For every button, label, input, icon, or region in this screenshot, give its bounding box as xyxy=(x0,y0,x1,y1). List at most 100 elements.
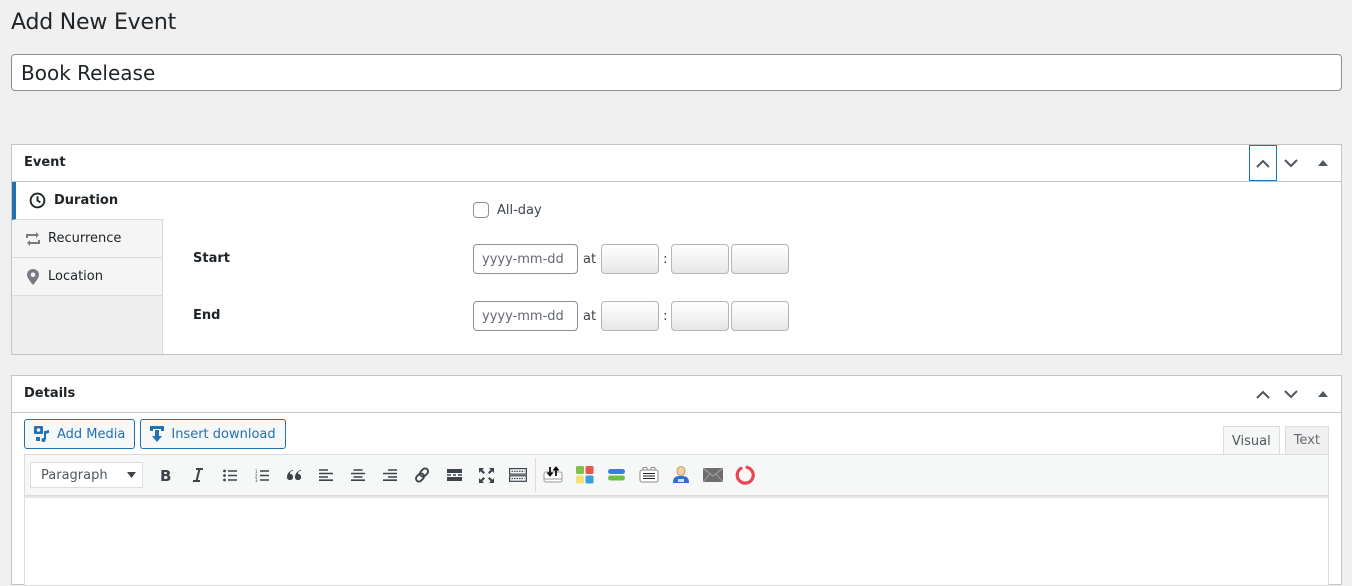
envelope-icon xyxy=(703,468,723,482)
event-tabs-nav: Duration Recurrence Location xyxy=(12,182,164,354)
read-more-button[interactable] xyxy=(438,460,470,490)
align-right-icon xyxy=(383,469,397,481)
toolbar-toggle-button[interactable] xyxy=(502,460,534,490)
editor-toolbar: Paragraph B 123 xyxy=(25,455,1328,496)
start-label: Start xyxy=(193,251,230,266)
start-at-label: at xyxy=(583,251,597,267)
media-icon xyxy=(34,426,49,442)
details-metabox: Details Add Media Insert download Visual… xyxy=(11,375,1342,586)
ring-button[interactable] xyxy=(729,460,761,490)
align-left-icon xyxy=(319,469,333,481)
text-block-button[interactable] xyxy=(633,460,665,490)
format-select-value: Paragraph xyxy=(41,467,108,483)
details-metabox-title: Details xyxy=(24,386,76,401)
link-button[interactable] xyxy=(406,460,438,490)
editor: Paragraph B 123 xyxy=(24,454,1329,586)
end-datetime: at : xyxy=(473,301,790,331)
add-media-label: Add Media xyxy=(57,426,126,442)
details-toggle-panel-button[interactable] xyxy=(1305,376,1341,412)
start-date-input[interactable] xyxy=(473,244,578,274)
user-button[interactable] xyxy=(665,460,697,490)
grid-blocks-icon xyxy=(576,466,594,484)
tab-location[interactable]: Location xyxy=(12,258,162,296)
toolbar-toggle-icon xyxy=(509,468,527,482)
end-label: End xyxy=(193,308,221,323)
blockquote-icon xyxy=(286,470,301,480)
grid-blocks-button[interactable] xyxy=(569,460,601,490)
repeat-icon xyxy=(24,230,42,248)
caret-up-icon xyxy=(1318,391,1328,397)
bulleted-list-icon xyxy=(223,469,237,481)
tab-recurrence[interactable]: Recurrence xyxy=(12,220,162,258)
end-time-separator: : xyxy=(663,308,668,324)
tab-recurrence-label: Recurrence xyxy=(48,231,122,246)
map-pin-icon xyxy=(24,268,42,286)
bold-icon: B xyxy=(160,468,171,482)
start-hour-select[interactable] xyxy=(601,244,660,274)
allday-label: All-day xyxy=(497,202,542,218)
start-datetime: at : xyxy=(473,244,790,274)
format-select[interactable]: Paragraph xyxy=(30,462,143,488)
media-buttons: Add Media Insert download xyxy=(24,419,286,449)
move-down-button[interactable] xyxy=(1277,145,1305,181)
tab-visual[interactable]: Visual xyxy=(1222,426,1280,455)
add-media-button[interactable]: Add Media xyxy=(24,419,136,449)
allday-option[interactable]: All-day xyxy=(473,202,542,218)
toolbar-separator xyxy=(535,458,536,492)
tab-text[interactable]: Text xyxy=(1284,426,1329,454)
event-metabox-title: Event xyxy=(24,155,66,170)
start-minute-select[interactable] xyxy=(671,244,730,274)
details-move-down-button[interactable] xyxy=(1277,376,1305,412)
bulleted-list-button[interactable] xyxy=(214,460,246,490)
event-metabox: Event Duration Recurrence Location All-d… xyxy=(11,144,1342,355)
sort-button[interactable] xyxy=(537,460,569,490)
stacked-bars-icon xyxy=(608,469,625,481)
tab-duration[interactable]: Duration xyxy=(12,182,164,220)
end-at-label: at xyxy=(583,308,597,324)
details-move-up-button[interactable] xyxy=(1249,376,1277,412)
end-meridian-select[interactable] xyxy=(731,301,790,331)
stacked-bars-button[interactable] xyxy=(601,460,633,490)
envelope-button[interactable] xyxy=(697,460,729,490)
download-icon xyxy=(150,426,165,442)
user-icon xyxy=(673,466,689,483)
insert-download-label: Insert download xyxy=(171,426,276,442)
allday-checkbox[interactable] xyxy=(473,202,489,218)
fullscreen-button[interactable] xyxy=(470,460,502,490)
align-left-button[interactable] xyxy=(310,460,342,490)
bold-button[interactable]: B xyxy=(150,460,182,490)
move-up-button[interactable] xyxy=(1249,145,1277,181)
start-time-separator: : xyxy=(663,251,668,267)
end-minute-select[interactable] xyxy=(671,301,730,331)
event-title-input[interactable] xyxy=(11,54,1342,91)
insert-download-button[interactable]: Insert download xyxy=(140,419,286,449)
link-icon xyxy=(415,467,429,483)
page-title: Add New Event xyxy=(11,10,176,35)
svg-text:B: B xyxy=(160,468,171,482)
italic-button[interactable] xyxy=(182,460,214,490)
blockquote-button[interactable] xyxy=(278,460,310,490)
numbered-list-icon: 123 xyxy=(255,469,269,482)
editor-mode-tabs: Visual Text xyxy=(1222,426,1329,455)
end-date-input[interactable] xyxy=(473,301,578,331)
ring-icon xyxy=(735,465,755,485)
chevron-down-icon xyxy=(1284,389,1298,398)
details-handle-actions xyxy=(1249,376,1341,412)
align-right-button[interactable] xyxy=(374,460,406,490)
clock-icon xyxy=(28,192,46,210)
start-meridian-select[interactable] xyxy=(731,244,790,274)
align-center-button[interactable] xyxy=(342,460,374,490)
numbered-list-button[interactable]: 123 xyxy=(246,460,278,490)
tab-duration-label: Duration xyxy=(54,193,119,208)
chevron-down-icon xyxy=(1284,158,1298,167)
read-more-icon xyxy=(446,469,462,481)
dropdown-arrow-icon xyxy=(127,472,136,478)
duration-panel: All-day Start at : End at : xyxy=(163,182,1341,354)
end-hour-select[interactable] xyxy=(601,301,660,331)
editor-content-area[interactable] xyxy=(25,498,1328,585)
details-metabox-header: Details xyxy=(12,376,1341,413)
chevron-up-icon xyxy=(1256,159,1270,168)
toggle-panel-button[interactable] xyxy=(1305,145,1341,181)
chevron-up-icon xyxy=(1256,390,1270,399)
tab-location-label: Location xyxy=(48,269,103,284)
